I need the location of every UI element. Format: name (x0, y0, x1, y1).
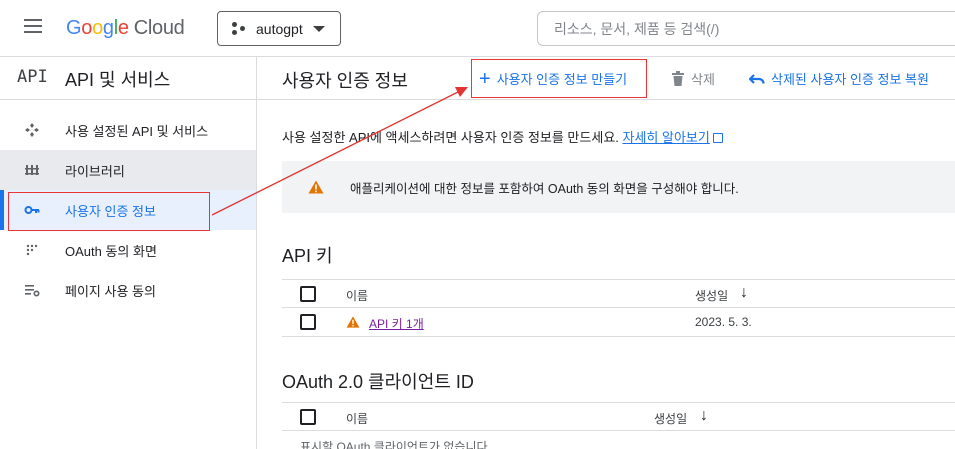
api-badge-icon: API (17, 67, 48, 87)
logo-letter: o (92, 17, 103, 39)
project-name: autogpt (256, 20, 303, 37)
search-input[interactable]: 리소스, 문서, 제품 등 검색(/) (537, 11, 955, 46)
column-header-name[interactable]: 이름 (346, 410, 368, 427)
warning-banner: 애플리케이션에 대한 정보를 포함하여 OAuth 동의 화면을 구성해야 합니… (282, 161, 955, 213)
sidebar-item-oauth-consent[interactable]: OAuth 동의 화면 (0, 230, 256, 270)
sidebar-item-label: OAuth 동의 화면 (65, 243, 157, 259)
intro-sentence: 사용 설정한 API에 액세스하려면 사용자 인증 정보를 만드세요. (282, 130, 619, 145)
sidebar-item-label: 페이지 사용 동의 (65, 283, 156, 299)
table-header-row: 이름 생성일 ↓ (282, 279, 955, 308)
logo-letter: G (66, 17, 82, 39)
page-usage-icon (25, 285, 40, 297)
undo-icon (749, 73, 765, 84)
sidebar-item-enabled-apis[interactable]: 사용 설정된 API 및 서비스 (0, 110, 256, 150)
table-row: API 키 1개 2023. 5. 3. (282, 308, 955, 337)
warning-icon (308, 180, 324, 194)
enabled-apis-icon (25, 123, 39, 137)
create-credentials-label: 사용자 인증 정보 만들기 (496, 72, 628, 87)
warning-text: 애플리케이션에 대한 정보를 포함하여 OAuth 동의 화면을 구성해야 합니… (350, 181, 739, 196)
intro-text: 사용 설정한 API에 액세스하려면 사용자 인증 정보를 만드세요. 자세히 … (282, 127, 723, 146)
annotation-highlight-credentials (8, 192, 210, 231)
warning-icon (346, 316, 360, 328)
consent-screen-icon (26, 244, 38, 256)
logo-letter: o (81, 17, 93, 39)
table-header-row: 이름 생성일 ↓ (282, 402, 955, 431)
main-content: 사용자 인증 정보 + 사용자 인증 정보 만들기 삭제 삭제된 사용자 인증 … (257, 56, 955, 449)
logo-product: Cloud (133, 17, 185, 39)
row-checkbox[interactable] (300, 314, 316, 330)
top-bar: Google Cloud autogpt 리소스, 문서, 제품 등 검색(/) (0, 0, 955, 56)
api-keys-title: API 키 (282, 246, 333, 266)
sidebar-item-library[interactable]: 라이브러리 (0, 150, 256, 190)
project-selector[interactable]: autogpt (217, 11, 341, 46)
table-row: 표시할 OAuth 클라이언트가 없습니다. (282, 431, 955, 449)
sidebar-item-label: 사용 설정된 API 및 서비스 (65, 123, 209, 139)
empty-state-text: 표시할 OAuth 클라이언트가 없습니다. (300, 440, 491, 449)
learn-more-link[interactable]: 자세히 알아보기 (623, 130, 710, 145)
plus-icon: + (479, 67, 491, 90)
column-header-created[interactable]: 생성일 (695, 287, 728, 304)
delete-button[interactable]: 삭제 (671, 69, 715, 88)
restore-deleted-button[interactable]: 삭제된 사용자 인증 정보 복원 (749, 69, 929, 88)
nav-header: API API 및 서비스 (0, 56, 257, 100)
logo-letter: e (117, 17, 129, 39)
search-placeholder: 리소스, 문서, 제품 등 검색(/) (554, 20, 720, 37)
restore-label: 삭제된 사용자 인증 정보 복원 (771, 72, 929, 87)
toolbar: 사용자 인증 정보 + 사용자 인증 정보 만들기 삭제 삭제된 사용자 인증 … (257, 56, 955, 100)
column-header-name[interactable]: 이름 (346, 287, 368, 304)
api-key-created-date: 2023. 5. 3. (695, 315, 752, 329)
select-all-checkbox[interactable] (300, 409, 316, 425)
api-key-name-link[interactable]: API 키 1개 (369, 315, 424, 332)
create-credentials-button[interactable]: + 사용자 인증 정보 만들기 (471, 59, 647, 98)
dropdown-caret-icon (312, 25, 325, 32)
sidebar-item-label: 라이브러리 (65, 163, 125, 179)
api-keys-table: 이름 생성일 ↓ API 키 1개 2023. 5. 3. (282, 279, 955, 337)
delete-label: 삭제 (691, 72, 715, 87)
google-cloud-logo[interactable]: Google Cloud (66, 15, 185, 41)
column-header-created[interactable]: 생성일 (654, 410, 687, 427)
external-link-icon (712, 133, 723, 143)
sort-descending-icon[interactable]: ↓ (740, 284, 748, 302)
project-icon (232, 21, 248, 36)
sidebar-item-page-usage[interactable]: 페이지 사용 동의 (0, 270, 256, 310)
page-title: 사용자 인증 정보 (282, 71, 408, 91)
oauth-clients-table: 이름 생성일 ↓ 표시할 OAuth 클라이언트가 없습니다. (282, 402, 955, 449)
logo-letter: g (102, 17, 114, 39)
select-all-checkbox[interactable] (300, 286, 316, 302)
trash-icon (672, 70, 684, 86)
side-nav: API API 및 서비스 사용 설정된 API 및 서비스 라이브러리 사용자… (0, 56, 257, 449)
library-icon (25, 165, 39, 175)
menu-icon[interactable] (24, 19, 44, 35)
nav-title: API 및 서비스 (65, 70, 171, 90)
sort-descending-icon[interactable]: ↓ (700, 407, 708, 425)
oauth-clients-title: OAuth 2.0 클라이언트 ID (282, 372, 474, 392)
